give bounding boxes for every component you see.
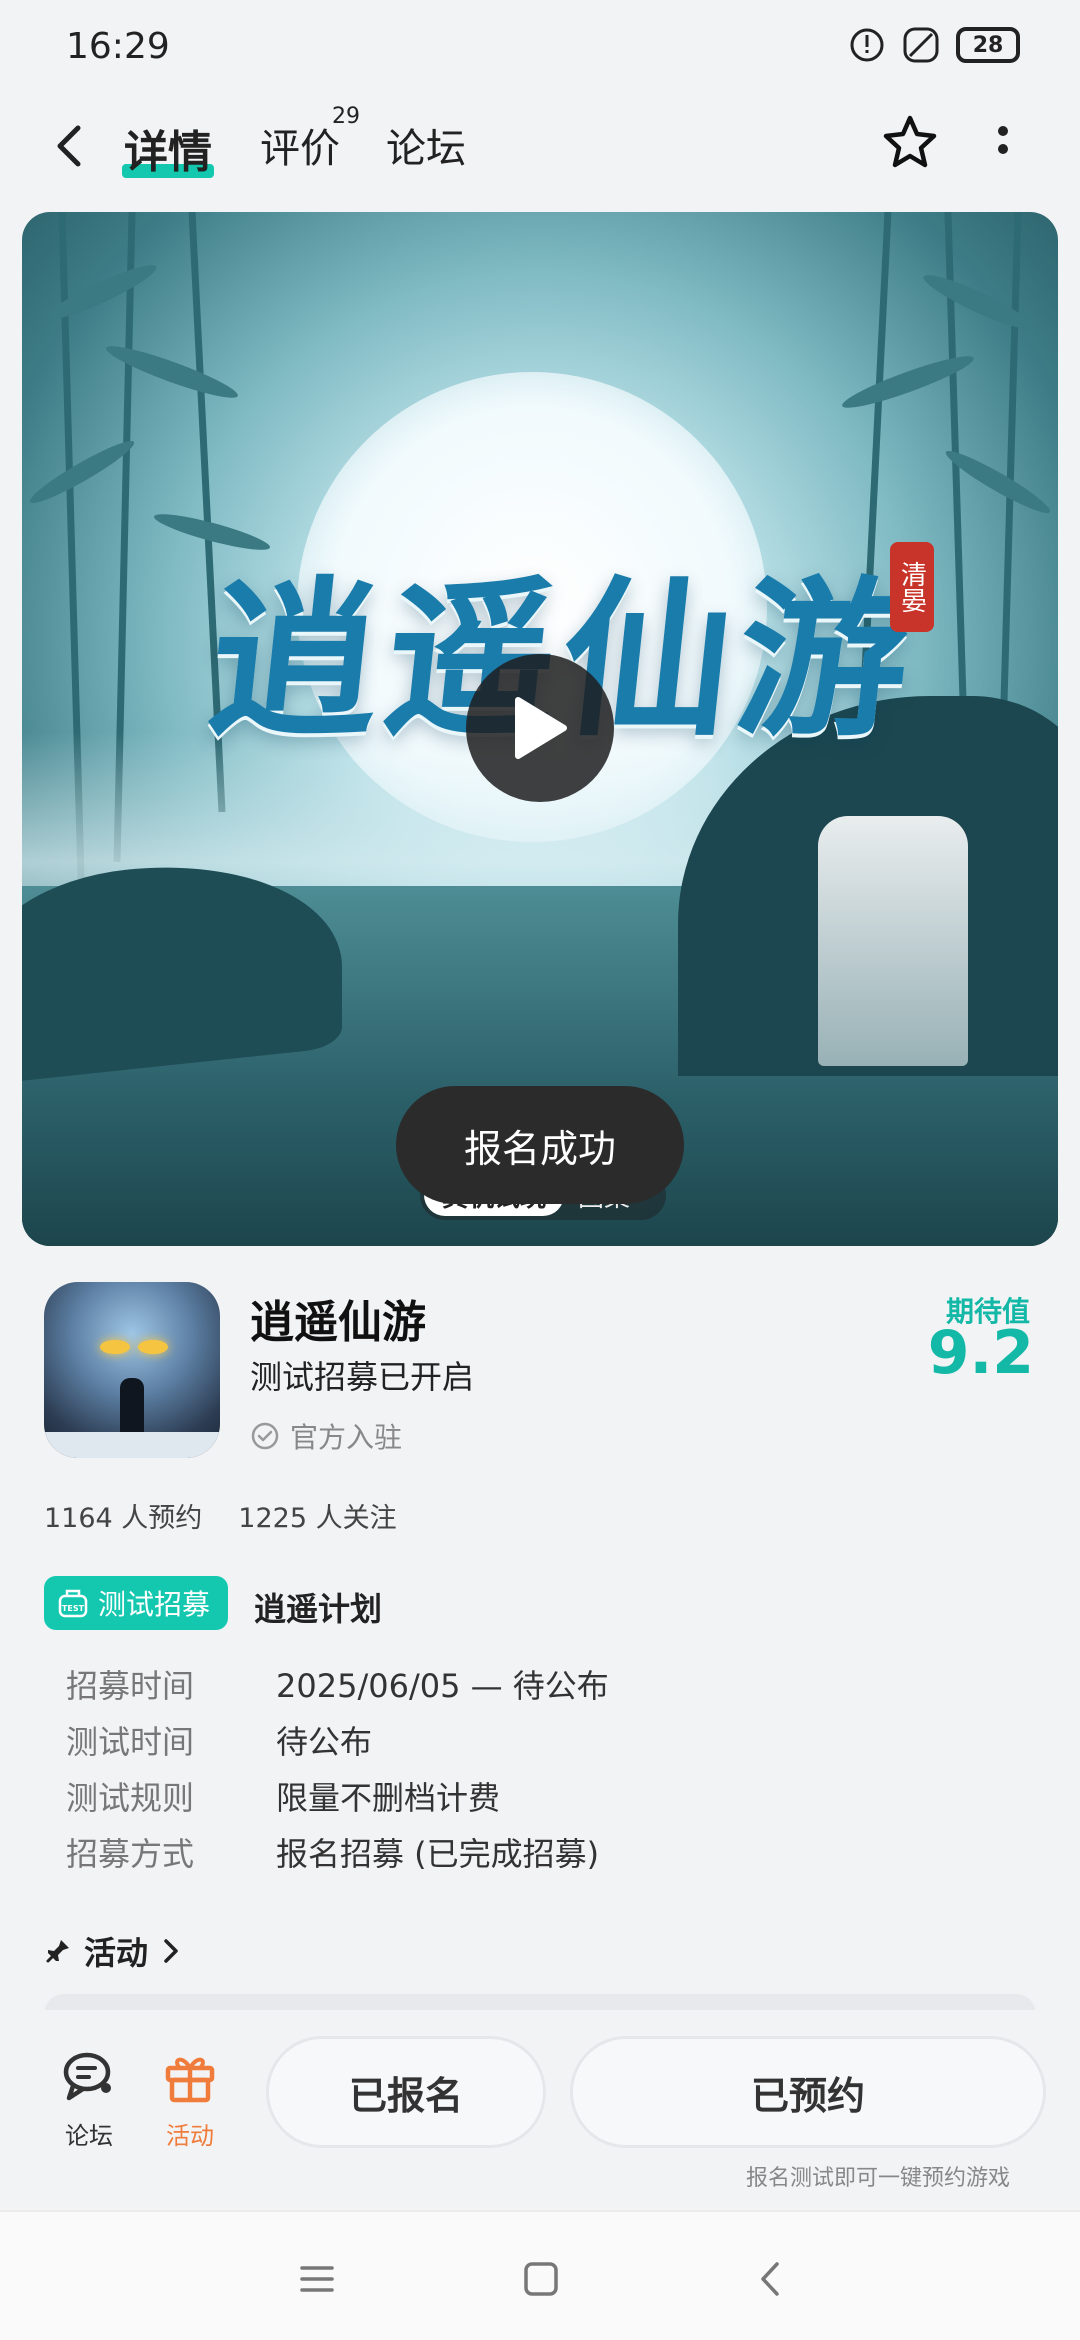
pin-icon (46, 1940, 69, 1963)
favorite-star-icon[interactable] (880, 112, 940, 172)
play-video-button[interactable] (466, 654, 614, 802)
top-nav: 详情 评价 29 论坛 (0, 100, 1080, 190)
tab-forum[interactable]: 论坛 (386, 116, 466, 174)
recruit-info-list: 招募时间 2025/06/05 — 待公布 测试时间 待公布 测试规则 限量不删… (66, 1656, 609, 1880)
game-subtitle: 测试招募已开启 (250, 1358, 475, 1396)
logo-seal: 清晏 (890, 542, 934, 632)
info-value: 2025/06/05 — 待公布 (276, 1667, 609, 1705)
game-stats: 1164 人预约 1225 人关注 (44, 1496, 397, 1535)
expectation-score: 9.2 (927, 1318, 1034, 1388)
info-row-test-rules: 测试规则 限量不删档计费 (66, 1768, 609, 1824)
status-bar: 16:29 28 (0, 0, 1080, 96)
forum-chat-icon (63, 2052, 111, 2101)
tab-details-label: 详情 (124, 127, 212, 178)
info-value: 限量不删档计费 (276, 1779, 501, 1817)
follower-count: 1225 人关注 (238, 1503, 397, 1534)
system-nav-bar (0, 2210, 1080, 2340)
forum-shortcut[interactable]: 论坛 (54, 2046, 124, 2151)
play-icon (515, 697, 567, 759)
back-arrow-icon[interactable] (48, 118, 92, 174)
icon-dragon-eye-right (138, 1340, 168, 1354)
recruit-plan-name: 逍遥计划 (254, 1590, 383, 1628)
home-square-icon[interactable] (516, 2254, 566, 2304)
test-recruit-badge: TEST 测试招募 (44, 1576, 229, 1630)
more-options-icon[interactable] (988, 118, 1018, 168)
info-row-test-time: 测试时间 待公布 (66, 1712, 609, 1768)
official-badge: 官方入驻 (250, 1416, 402, 1456)
no-disturb-icon (902, 26, 940, 64)
alert-flower-icon (848, 26, 886, 64)
status-time: 16:29 (66, 26, 170, 67)
activity-section-header[interactable]: 活动 (44, 1928, 182, 1974)
reserved-button[interactable]: 已预约 (570, 2036, 1046, 2148)
forum-shortcut-label: 论坛 (65, 2122, 113, 2150)
battery-indicator: 28 (956, 27, 1020, 63)
test-recruit-label: 测试招募 (98, 1588, 211, 1621)
registered-button[interactable]: 已报名 (266, 2036, 546, 2148)
game-title: 逍遥仙游 (250, 1297, 426, 1348)
gift-icon (165, 2057, 215, 2103)
recent-apps-icon[interactable] (292, 2254, 342, 2304)
info-key: 招募时间 (66, 1667, 195, 1705)
reserve-hint: 报名测试即可一键预约游戏 (745, 2166, 1010, 2191)
official-label: 官方入驻 (290, 1421, 403, 1454)
nav-back-icon[interactable] (746, 2254, 796, 2304)
chevron-right-icon (164, 1939, 178, 1963)
info-key: 测试时间 (66, 1723, 195, 1761)
activity-shortcut-label: 活动 (166, 2122, 214, 2150)
svg-text:TEST: TEST (62, 1604, 85, 1613)
hero-waterfall (818, 816, 968, 1066)
test-flask-icon: TEST (58, 1589, 88, 1618)
reservation-count: 1164 人预约 (44, 1503, 203, 1534)
tab-details[interactable]: 详情 (122, 116, 214, 180)
info-row-recruit-time: 招募时间 2025/06/05 — 待公布 (66, 1656, 609, 1712)
success-toast: 报名成功 (396, 1086, 684, 1204)
info-row-recruit-method: 招募方式 报名招募 (已完成招募) (66, 1824, 609, 1880)
tab-forum-label: 论坛 (386, 126, 466, 172)
status-icons: 28 (848, 26, 1020, 64)
activity-shortcut[interactable]: 活动 (154, 2046, 226, 2151)
icon-dragon-eye-left (100, 1340, 130, 1354)
activity-title: 活动 (84, 1934, 149, 1972)
game-app-icon (44, 1282, 220, 1458)
verified-check-icon (251, 1422, 279, 1450)
review-count-badge: 29 (332, 104, 360, 129)
tab-reviews-label: 评价 (260, 126, 340, 172)
bottom-action-bar: 论坛 活动 已报名 已预约 报名测试即可一键预约游戏 (0, 2010, 1080, 2210)
info-key: 招募方式 (66, 1835, 195, 1873)
icon-ground (44, 1432, 220, 1458)
info-value: 报名招募 (已完成招募) (276, 1835, 600, 1873)
tab-reviews[interactable]: 评价 (260, 116, 340, 174)
info-key: 测试规则 (66, 1779, 195, 1817)
info-value: 待公布 (276, 1723, 373, 1761)
